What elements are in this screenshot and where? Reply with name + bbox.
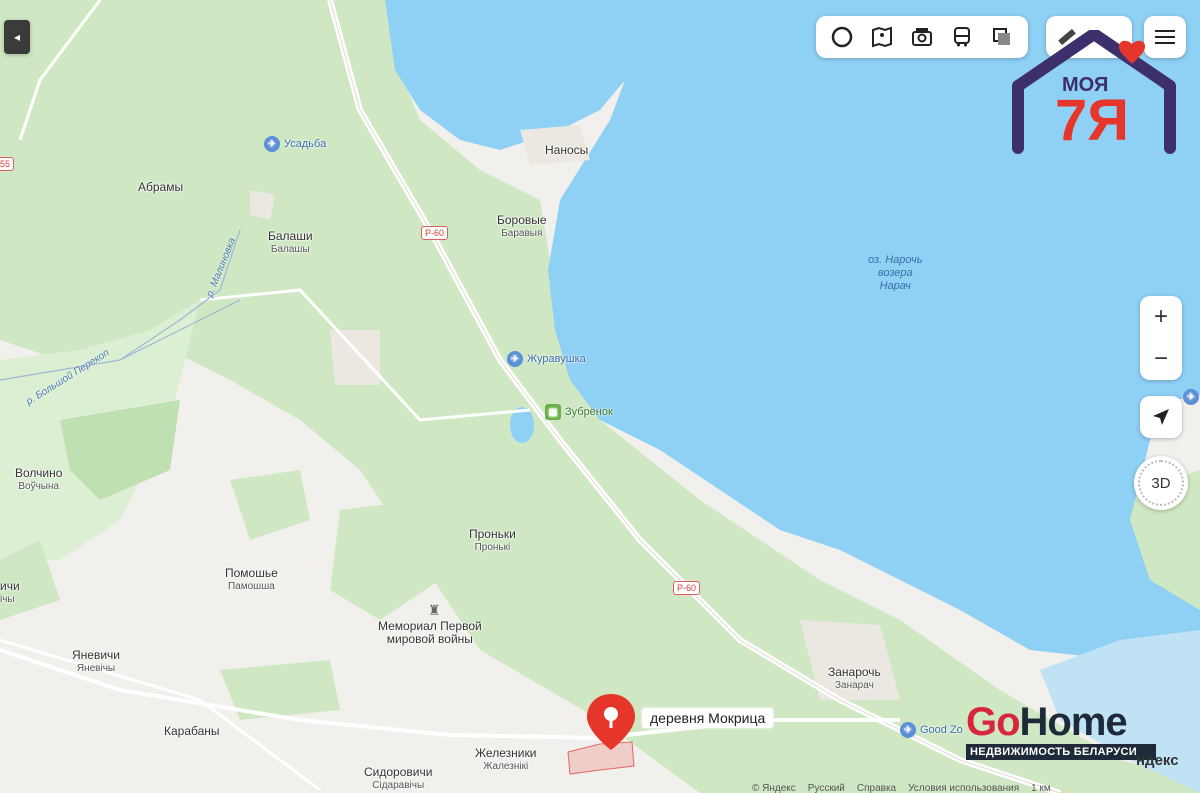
gohome-logo: GoHome НЕДВИЖИМОСТЬ БЕЛАРУСИ	[966, 702, 1156, 760]
memorial-name: Мемориал Первой	[378, 619, 482, 633]
memorial-icon: ♜	[428, 602, 441, 618]
lake-name-by-2: Нарач	[879, 280, 911, 292]
3d-label: 3D	[1138, 460, 1184, 506]
settlement-subname: Балашы	[270, 244, 310, 255]
settlement-subname: Занарач	[835, 680, 874, 691]
poi-name: Журавушка	[527, 353, 586, 365]
settlement-abramy[interactable]: Абрамы	[138, 181, 183, 194]
settlement-subname: Жалезнікі	[483, 761, 529, 772]
settlement-pomoshe[interactable]: Помошье Памошша	[225, 567, 278, 593]
locate-me-button[interactable]	[1140, 396, 1182, 438]
zoom-control: + −	[1140, 296, 1182, 380]
camera-icon	[912, 28, 932, 46]
gohome-subtitle: НЕДВИЖИМОСТЬ БЕЛАРУСИ	[966, 744, 1156, 760]
memorial-label[interactable]: Мемориал Первой мировой войны	[378, 620, 482, 646]
settlement-name: Яневичи	[72, 648, 120, 662]
gohome-home: Home	[1019, 700, 1128, 744]
settlement-subname: Памошша	[227, 581, 275, 592]
bus-icon	[954, 27, 970, 47]
settlement-subname: Яневічы	[76, 663, 116, 674]
settlement-name: Сидоровичи	[364, 765, 433, 779]
photo-layer-button[interactable]	[907, 22, 937, 52]
settlement-volchino[interactable]: Волчино Воўчына	[15, 467, 62, 493]
settlement-balashi[interactable]: Балаши Балашы	[268, 230, 313, 256]
settlement-name: Волчино	[15, 466, 63, 480]
poi-so[interactable]: ✈Со	[1183, 389, 1200, 405]
lake-name: оз. Нарочь	[868, 254, 923, 266]
poi-zhuravushka[interactable]: ✈ Журавушка	[507, 351, 586, 367]
lake-naroch-label: оз. Нарочь возера Нарач	[868, 254, 923, 293]
transport-layer-button[interactable]	[947, 22, 977, 52]
poi-zubrenok[interactable]: ▦ Зубрёнок	[545, 404, 613, 420]
settlement-name: Занарочь	[828, 665, 881, 679]
camp-icon: ▦	[545, 404, 561, 420]
settlement-subname: ічы	[0, 594, 15, 605]
settlement-sidorovichi[interactable]: Сидоровичи Сідаравічы	[364, 766, 432, 792]
poi-name: Good Zo	[920, 724, 963, 736]
settlement-name: Проньки	[469, 527, 516, 541]
settlement-subname: Воўчына	[18, 481, 60, 492]
settlement-name: ичи	[0, 579, 20, 593]
layers-icon	[993, 28, 1010, 45]
map-canvas[interactable]: оз. Нарочь возера Нарач Абрамы Балаши Бал…	[0, 0, 1200, 793]
settlement-vichi[interactable]: ичи ічы	[0, 580, 20, 606]
zoom-out-button[interactable]: −	[1140, 338, 1182, 380]
settlement-yanevichi[interactable]: Яневичи Яневічы	[72, 649, 120, 675]
settlement-subname: Пронькі	[474, 542, 511, 553]
help-link[interactable]: Справка	[857, 783, 896, 793]
settlement-pronki[interactable]: Проньки Пронькі	[469, 528, 516, 554]
settlement-name: Помошье	[225, 566, 278, 580]
airplane-icon: ✈	[900, 722, 916, 738]
airplane-icon: ✈	[264, 136, 280, 152]
memorial-name-2: мировой войны	[386, 632, 473, 646]
logo-7ya-text: 7Я	[1055, 88, 1129, 153]
location-pin-icon[interactable]	[585, 692, 637, 752]
gohome-go: Go	[966, 700, 1021, 744]
poi-usadba[interactable]: ✈ Усадьба	[264, 136, 326, 152]
poi-name: Усадьба	[284, 138, 327, 150]
traffic-icon	[831, 26, 853, 48]
settlement-nanosy[interactable]: Наносы	[545, 144, 588, 157]
settlement-name: Боровые	[497, 213, 547, 227]
settlement-zanaroch[interactable]: Занарочь Занарач	[828, 666, 881, 692]
road-shield-p60: Р-60	[673, 581, 701, 595]
lake-name-by: возера	[877, 267, 913, 279]
airplane-icon: ✈	[507, 351, 523, 367]
road-shield-p60: Р-60	[421, 226, 449, 240]
settlement-borovye[interactable]: Боровые Баравыя	[497, 214, 547, 240]
poi-name: Зубрёнок	[565, 406, 613, 418]
yandex-logo-partial: ндекс	[1136, 752, 1179, 769]
settlement-karabany[interactable]: Карабаны	[164, 725, 220, 738]
panorama-layer-button[interactable]	[867, 22, 897, 52]
scale-label: 1 км	[1031, 783, 1051, 793]
copyright-link[interactable]: © Яндекс	[752, 783, 796, 793]
navigation-arrow-icon	[1153, 409, 1169, 425]
settlement-subname: Баравыя	[501, 228, 543, 239]
language-select[interactable]: Русский	[808, 783, 845, 793]
settlement-name: Карабаны	[164, 724, 220, 738]
settlement-name: Абрамы	[138, 180, 184, 194]
poi-good-zone[interactable]: ✈ Good Zo	[900, 722, 963, 738]
view-3d-button[interactable]: 3D	[1134, 456, 1188, 510]
collapse-panel-button[interactable]: ◂	[4, 20, 30, 54]
airplane-icon: ✈	[1183, 389, 1199, 405]
zoom-in-button[interactable]: +	[1140, 296, 1182, 338]
settlement-name: Наносы	[545, 143, 589, 157]
map-person-icon	[872, 26, 892, 48]
settlement-name: Балаши	[268, 229, 313, 243]
road-shield-edge: 55	[0, 157, 15, 171]
settlement-zhelezniki[interactable]: Железники Жалезнікі	[475, 747, 536, 773]
map-footer: © Яндекс Русский Справка Условия использ…	[752, 783, 1051, 793]
traffic-layer-button[interactable]	[827, 22, 857, 52]
settlement-subname: Сідаравічы	[372, 780, 425, 791]
settlement-name: Железники	[475, 746, 537, 760]
gohome-title: GoHome	[966, 702, 1156, 742]
pin-label[interactable]: деревня Мокрица	[642, 708, 774, 728]
layers-toolbar	[816, 16, 1028, 58]
terms-link[interactable]: Условия использования	[908, 783, 1019, 793]
